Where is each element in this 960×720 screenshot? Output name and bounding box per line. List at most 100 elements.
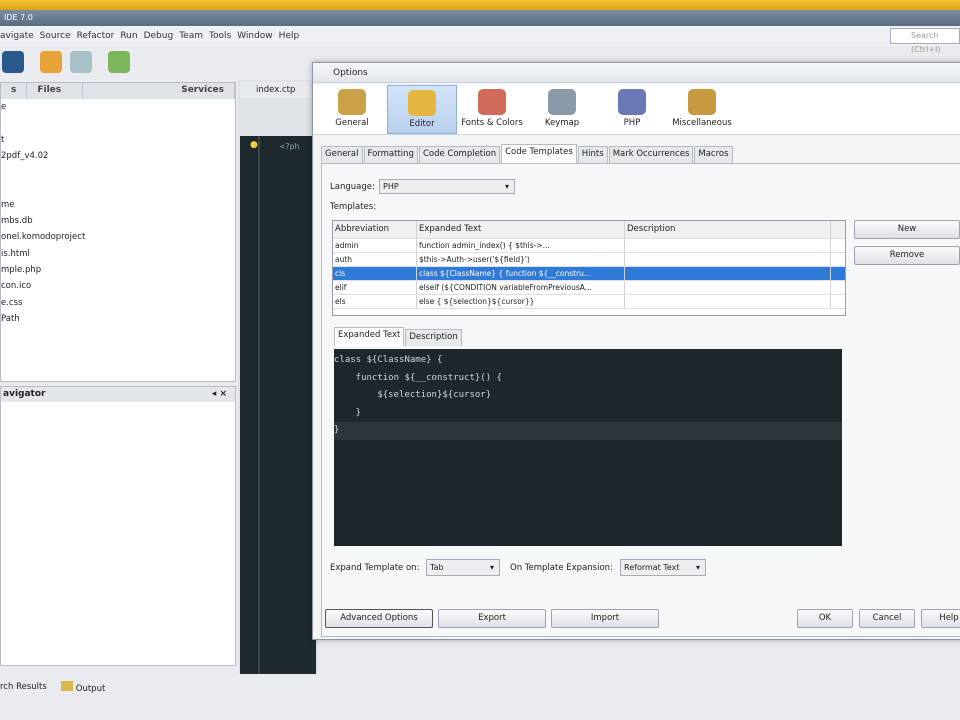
cell-desc (625, 295, 831, 308)
close-icon[interactable]: ◂ × (212, 387, 227, 402)
category-label: Miscellaneous (672, 118, 732, 128)
file-item[interactable]: onel.komodoproject (1, 229, 235, 245)
on-expansion-select[interactable]: Reformat Text (620, 559, 706, 576)
search-input[interactable]: Search (Ctrl+I) (890, 28, 960, 54)
menu-item[interactable]: avigate (0, 31, 34, 41)
tab-general[interactable]: General (321, 146, 363, 163)
search-results-tab[interactable]: rch Results (0, 682, 47, 692)
general-icon (338, 89, 366, 115)
subtab-expanded-text[interactable]: Expanded Text (334, 327, 405, 346)
column-header[interactable]: Description (625, 221, 831, 238)
file-item[interactable]: mbs.db (1, 213, 235, 229)
table-row[interactable]: elif elseif (${CONDITION variableFromPrev… (333, 281, 845, 295)
panel-tab[interactable]: Files (27, 83, 84, 99)
remove-button[interactable]: Remove (854, 246, 960, 265)
file-item[interactable]: Path (1, 311, 235, 327)
column-header[interactable]: Abbreviation (333, 221, 417, 238)
file-item[interactable] (1, 180, 235, 196)
code-line: class ${ClassName} { (334, 355, 443, 365)
cell-desc (625, 267, 831, 280)
file-item[interactable]: con.ico (1, 278, 235, 294)
file-item[interactable]: e.css (1, 295, 235, 311)
file-item[interactable]: mple.php (1, 262, 235, 278)
tab-mark-occurrences[interactable]: Mark Occurrences (608, 146, 694, 163)
file-item[interactable] (1, 115, 235, 131)
help-button[interactable]: Help (921, 609, 960, 628)
table-row[interactable]: auth $this->Auth->user('${field}') (333, 253, 845, 267)
table-row[interactable]: admin function admin_index() { $this->..… (333, 239, 845, 253)
panel-tab[interactable]: s (1, 83, 28, 99)
menu-item[interactable]: Tools (209, 31, 231, 41)
menu-item[interactable]: Run (120, 31, 137, 41)
menu-item[interactable]: Refactor (77, 31, 115, 41)
language-select[interactable]: PHP (379, 179, 515, 194)
category-label: PHP (623, 118, 641, 128)
misc-icon (688, 89, 716, 115)
output-tab[interactable]: Output (60, 680, 105, 694)
menu-item[interactable]: Source (40, 31, 71, 41)
category-php[interactable]: PHP (597, 85, 667, 134)
bottom-tabs: rch Results Output (0, 676, 320, 698)
cell-text: function admin_index() { $this->... (417, 239, 625, 252)
cell-abbr: auth (333, 253, 417, 266)
code-editor[interactable]: <?ph ● (240, 136, 316, 674)
file-item[interactable]: e (1, 99, 235, 115)
category-miscellaneous[interactable]: Miscellaneous (667, 85, 737, 134)
undo-icon[interactable] (40, 51, 62, 73)
expanded-text-editor[interactable]: class ${ClassName} { function ${__constr… (334, 349, 842, 546)
code-line: } (334, 422, 842, 440)
advanced-options-button[interactable]: Advanced Options (325, 609, 433, 628)
file-item[interactable]: is.html (1, 246, 235, 262)
editor-tab[interactable]: index.ctp (240, 82, 310, 98)
fonts-colors-icon (478, 89, 506, 115)
ok-button[interactable]: OK (797, 609, 853, 628)
tab-code-completion[interactable]: Code Completion (418, 146, 501, 163)
table-row[interactable]: cls class ${ClassName} { function ${__con… (333, 267, 845, 281)
keymap-icon (548, 89, 576, 115)
file-item[interactable]: me (1, 197, 235, 213)
menu-item[interactable]: Help (279, 31, 300, 41)
templates-label: Templates: (330, 202, 377, 212)
tab-formatting[interactable]: Formatting (363, 146, 418, 163)
import-button[interactable]: Import (551, 609, 659, 628)
category-bar: General Editor Fonts & Colors Keymap PHP Misc… (313, 85, 960, 135)
file-item[interactable]: t (1, 132, 235, 148)
table-row[interactable]: els else { ${selection}${cursor}} (333, 295, 845, 309)
tab-macros[interactable]: Macros (694, 146, 733, 163)
file-item[interactable]: 2pdf_v4.02 (1, 148, 235, 164)
new-button[interactable]: New (854, 220, 960, 239)
export-button[interactable]: Export (438, 609, 546, 628)
code-templates-panel: Language: PHP Templates: AbbreviationExp… (321, 163, 960, 637)
output-icon (60, 680, 73, 691)
category-general[interactable]: General (317, 85, 387, 134)
cell-text: class ${ClassName} { function ${__constr… (417, 267, 625, 280)
hint-bulb-icon: ● (250, 140, 258, 150)
template-subtabs: Expanded Text Description (334, 327, 463, 346)
cancel-button[interactable]: Cancel (859, 609, 915, 628)
cell-abbr: elif (333, 281, 417, 294)
menu-item[interactable]: Team (179, 31, 203, 41)
menu-item[interactable]: Window (237, 31, 273, 41)
tab-code-templates[interactable]: Code Templates (501, 144, 577, 163)
subtab-description[interactable]: Description (405, 329, 462, 346)
category-editor[interactable]: Editor (387, 85, 457, 134)
menu-item[interactable]: Debug (144, 31, 174, 41)
language-label: Language: (330, 182, 375, 192)
gutter-line (258, 136, 260, 674)
run-icon[interactable] (108, 51, 130, 73)
window-title: IDE 7.0 (0, 10, 960, 26)
editor-icon (408, 90, 436, 116)
category-label: General (335, 118, 369, 128)
category-fonts-colors[interactable]: Fonts & Colors (457, 85, 527, 134)
column-header[interactable]: Expanded Text (417, 221, 625, 238)
file-item[interactable] (1, 164, 235, 180)
panel-tab[interactable]: Services (171, 83, 235, 99)
code-line: ${selection}${cursor} (334, 390, 492, 400)
expand-on-select[interactable]: Tab (426, 559, 500, 576)
php-icon (618, 89, 646, 115)
tab-hints[interactable]: Hints (577, 146, 608, 163)
category-keymap[interactable]: Keymap (527, 85, 597, 134)
cell-desc (625, 239, 831, 252)
redo-icon[interactable] (70, 51, 92, 73)
save-all-icon[interactable] (2, 51, 24, 73)
